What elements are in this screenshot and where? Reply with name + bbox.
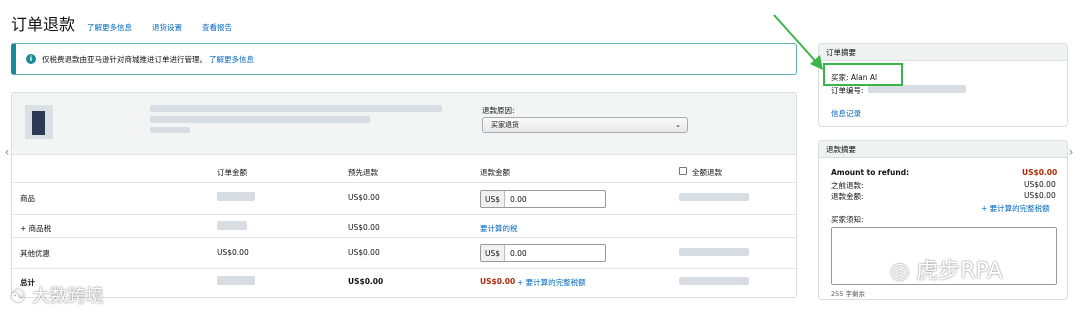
blurred-full-amount: [679, 193, 749, 201]
amount-to-refund-value: US$0.00: [1022, 168, 1058, 177]
message-log-link[interactable]: 信息记录: [831, 108, 861, 119]
blurred-order-number: [868, 85, 966, 93]
annotation-arrow-icon: [773, 14, 823, 70]
refund-discount-input[interactable]: US$ 0.00: [480, 244, 606, 262]
reason-select-value: 买家退货: [491, 121, 519, 129]
full-refund-checkbox[interactable]: [679, 167, 687, 175]
refund-panel: 退款原因: 买家退货 ⌄ 订单金额 预先退款 退款金额 全额退款 商品 US$0…: [11, 92, 797, 298]
refund-item-value: 0.00: [510, 194, 527, 204]
currency-prefix: US$: [481, 245, 505, 261]
highlight-box: [823, 63, 903, 86]
col-refund-amount: 退款金额: [480, 168, 510, 177]
order-summary-title: 订单摘要: [819, 44, 1067, 61]
row-prev-refund: US$0.00: [348, 248, 380, 257]
blurred-amount: [217, 192, 255, 201]
row-prev-refund: US$0.00: [348, 193, 380, 202]
return-settings-link[interactable]: 退货设置: [152, 22, 182, 33]
refund-amount-value: US$0.00: [1024, 191, 1056, 200]
row-label-tax: + 商品税: [20, 224, 52, 233]
order-number-label: 订单编号:: [831, 86, 864, 95]
amount-to-refund-label: Amount to refund:: [831, 168, 910, 177]
refund-item-input[interactable]: US$ 0.00: [480, 190, 606, 208]
col-full-refund: 全额退款: [692, 168, 722, 177]
full-tax-link[interactable]: + 要计算的完整税额: [517, 277, 586, 288]
row-order-amount: US$0.00: [217, 248, 249, 257]
page-title: 订单退款: [11, 15, 76, 34]
currency-prefix: US$: [481, 191, 505, 207]
row-label-item: 商品: [20, 194, 35, 203]
wechat-icon: ◎: [890, 259, 917, 284]
reason-label: 退款原因:: [482, 106, 515, 115]
watermark-right: ◎ 虎步RPA: [890, 259, 1003, 284]
row-divider: [12, 182, 796, 183]
char-count: 255 字剩余: [831, 290, 865, 298]
learn-more-link[interactable]: 了解更多信息: [87, 22, 132, 33]
refund-discount-value: 0.00: [510, 248, 527, 258]
total-prev-refund: US$0.00: [348, 277, 384, 286]
watermark-left: ☯ 大数跨境: [10, 286, 104, 307]
buyer-note-label: 买家须知:: [831, 215, 864, 224]
row-prev-refund: US$0.00: [348, 223, 380, 232]
blurred-sku: [150, 127, 190, 133]
reason-select[interactable]: 买家退货 ⌄: [482, 117, 688, 133]
product-area: 退款原因: 买家退货 ⌄: [12, 93, 796, 155]
blurred-full-amount: [679, 277, 749, 285]
col-prev-refund: 预先退款: [348, 168, 378, 177]
blurred-full-amount: [679, 248, 749, 256]
banner-text: 仅税费退款由亚马逊针对商城推进订单进行管理。: [42, 54, 207, 64]
product-image: [25, 105, 53, 139]
col-order-amount: 订单金额: [217, 168, 247, 177]
total-refund: US$0.00: [480, 277, 516, 286]
calc-tax-link[interactable]: 要计算的税: [480, 223, 518, 234]
row-divider: [12, 214, 796, 215]
full-tax-summary-link[interactable]: + 要计算的完整税额: [981, 203, 1050, 214]
info-banner: i 仅税费退款由亚马逊针对商城推进订单进行管理。 了解更多信息: [11, 43, 797, 75]
row-divider: [12, 237, 796, 238]
watermark-logo-icon: ☯: [10, 286, 32, 307]
banner-learn-more-link[interactable]: 了解更多信息: [209, 54, 254, 65]
row-label-discount: 其他优惠: [20, 249, 50, 258]
page-header: 订单退款 了解更多信息 退货设置 查看报告: [11, 11, 252, 35]
blurred-amount: [217, 221, 247, 230]
chevron-down-icon: ⌄: [675, 121, 681, 129]
row-divider: [12, 268, 796, 269]
prev-refund-value: US$0.00: [1024, 180, 1056, 189]
blurred-title: [150, 116, 370, 123]
blurred-title: [150, 105, 442, 112]
view-report-link[interactable]: 查看报告: [202, 22, 232, 33]
refund-amount-label: 退款金额:: [831, 192, 864, 201]
prev-refund-label: 之前退款:: [831, 181, 864, 190]
blurred-amount: [217, 276, 255, 285]
info-icon: i: [26, 54, 36, 64]
refund-summary-title: 退款摘要: [819, 141, 1067, 158]
